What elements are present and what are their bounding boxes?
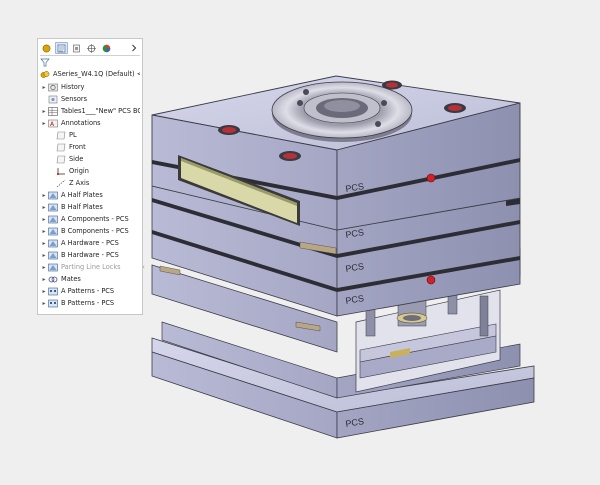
tree-item-label: PL [69, 131, 77, 139]
tree-item-label: Side [69, 155, 84, 163]
subassembly-icon [48, 227, 58, 236]
tree-item[interactable]: Z Axis [40, 177, 140, 189]
plane-icon [56, 143, 66, 152]
expand-arrow-icon[interactable]: ▸ [40, 276, 48, 283]
tree-item[interactable]: ▸ Tables1___"New" PCS BOM [40, 105, 140, 117]
tree-item[interactable]: ▸ B Patterns - PCS [40, 297, 140, 309]
more-tabs-button[interactable] [130, 43, 138, 53]
expand-arrow-icon[interactable]: ▸ [40, 288, 48, 295]
configuration-manager-tab[interactable] [70, 42, 83, 54]
tree-item-label: Annotations [61, 119, 101, 127]
feature-manager-tab[interactable] [40, 42, 53, 54]
expand-arrow-icon[interactable]: ▸ [40, 120, 48, 127]
feature-tree: ▸ History Sensors ▸ Tables1___"New" PCS BOM ▸… [40, 81, 140, 309]
annotations-icon: A [48, 119, 58, 128]
red-marker [426, 173, 436, 183]
expand-arrow-icon[interactable]: ▸ [40, 108, 48, 115]
history-folder-icon [48, 83, 58, 92]
expand-arrow-icon[interactable]: ▸ [40, 264, 48, 271]
expand-arrow-icon[interactable]: ▸ [40, 192, 48, 199]
display-manager-tab[interactable] [100, 42, 113, 54]
assembly-icon [40, 70, 50, 79]
tree-root-assembly[interactable]: ASeries_W4.1Q (Default) <All> [40, 69, 140, 79]
tree-item-label: Origin [69, 167, 89, 175]
expand-arrow-icon[interactable]: ▸ [40, 240, 48, 247]
feature-manager-icon [42, 44, 51, 52]
dimxpert-tab[interactable] [85, 42, 98, 54]
expand-arrow-icon[interactable]: ▸ [40, 228, 48, 235]
tree-item[interactable]: ▸ B Components - PCS [40, 225, 140, 237]
expand-arrow-icon[interactable]: ▸ [40, 84, 48, 91]
plane-icon [56, 155, 66, 164]
feature-manager-panel: ASeries_W4.1Q (Default) <All> ▸ History Se… [37, 38, 143, 315]
sensors-icon [48, 95, 58, 104]
table-icon [48, 106, 58, 116]
configuration-manager-icon [73, 44, 80, 52]
tree-item-label: Front [69, 143, 86, 151]
tree-item[interactable]: Front [40, 141, 140, 153]
pattern-icon [48, 299, 58, 308]
property-manager-icon [57, 44, 66, 52]
tree-item[interactable]: ▸ A Patterns - PCS [40, 285, 140, 297]
dimxpert-icon [87, 43, 96, 53]
tree-item-label: B Patterns - PCS [61, 299, 115, 307]
tree-item-label: B Half Plates [61, 203, 103, 211]
tree-item[interactable]: Side [40, 153, 140, 165]
tree-item[interactable]: ▸ Mates [40, 273, 140, 285]
subassembly-icon [48, 203, 58, 212]
panel-resize-handle[interactable]: ‹ [141, 262, 146, 272]
subassembly-icon [48, 263, 58, 272]
feature-manager-tabs [40, 41, 140, 56]
tree-item-label: A Hardware - PCS [61, 239, 119, 247]
tree-item[interactable]: ▸ A Hardware - PCS [40, 237, 140, 249]
tree-filter[interactable] [40, 57, 50, 67]
tree-item-label: A Patterns - PCS [61, 287, 115, 295]
subassembly-icon [48, 191, 58, 200]
tree-item-label: Sensors [61, 95, 88, 103]
tree-item-label: B Components - PCS [61, 227, 129, 235]
tree-item[interactable]: PL [40, 129, 140, 141]
pattern-icon [48, 287, 58, 296]
property-manager-tab[interactable] [55, 42, 68, 54]
plane-icon [56, 131, 66, 140]
tree-item-label: B Hardware - PCS [61, 251, 119, 259]
expand-arrow-icon[interactable]: ▸ [40, 204, 48, 211]
subassembly-icon [48, 239, 58, 248]
chevron-right-icon [132, 44, 137, 52]
subassembly-icon [48, 215, 58, 224]
tree-root-label: ASeries_W4.1Q (Default) <All> [53, 70, 140, 78]
expand-arrow-icon[interactable]: ▸ [40, 252, 48, 259]
display-manager-icon [102, 44, 111, 52]
tree-item-label: A Components - PCS [61, 215, 129, 223]
tree-item-label: Mates [61, 275, 81, 283]
mates-icon [48, 275, 58, 284]
tree-item-label: A Half Plates [61, 191, 103, 199]
tree-item-label: History [61, 83, 85, 91]
tree-item[interactable]: ▸ A Components - PCS [40, 213, 140, 225]
tree-item[interactable]: ▸ A Half Plates [40, 189, 140, 201]
subassembly-icon [48, 251, 58, 260]
tree-item[interactable]: Origin [40, 165, 140, 177]
tree-item-label: Z Axis [69, 179, 90, 187]
locating-ring [271, 81, 413, 142]
tree-item[interactable]: ▸ B Hardware - PCS [40, 249, 140, 261]
tree-item[interactable]: ▸ Parting Line Locks [40, 261, 140, 273]
expand-arrow-icon[interactable]: ▸ [40, 300, 48, 307]
axis-icon [56, 179, 66, 188]
tree-item-label: Tables1___"New" PCS BOM [61, 107, 140, 115]
tree-item[interactable]: Sensors [40, 93, 140, 105]
origin-icon [56, 167, 66, 176]
tree-item-label: Parting Line Locks [61, 263, 121, 271]
tree-item[interactable]: ▸ History [40, 81, 140, 93]
filter-icon [40, 58, 50, 66]
red-marker [426, 275, 436, 285]
tree-item[interactable]: ▸ A Annotations [40, 117, 140, 129]
expand-arrow-icon[interactable]: ▸ [40, 216, 48, 223]
tree-item[interactable]: ▸ B Half Plates [40, 201, 140, 213]
